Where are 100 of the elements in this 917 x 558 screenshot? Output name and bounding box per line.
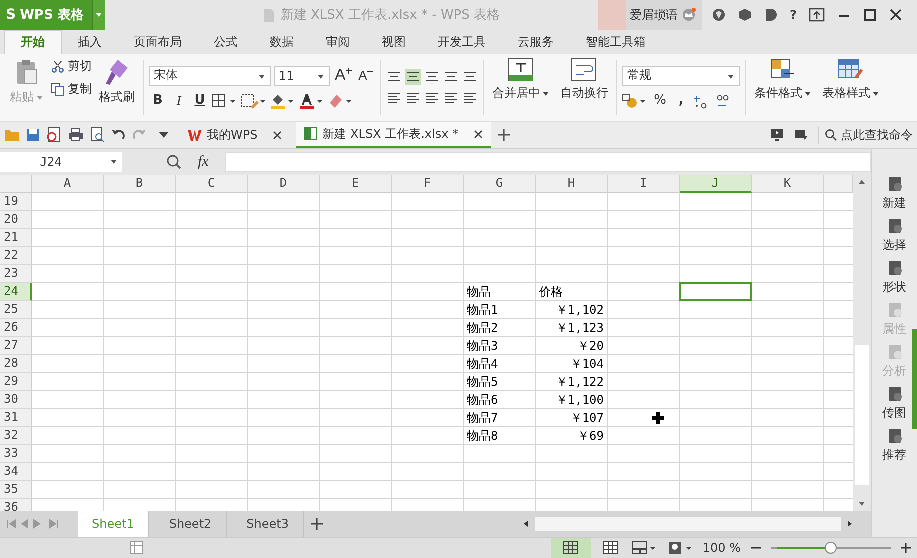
font-dropdown[interactable]: 宋体	[149, 66, 271, 86]
close-icon[interactable]	[889, 8, 903, 22]
italic-button[interactable]: I	[170, 92, 188, 110]
row-header[interactable]: 29	[0, 373, 32, 391]
wrap-text-button[interactable]: 自动换行	[557, 56, 612, 104]
right-arrow-icon[interactable]	[847, 520, 853, 528]
cell-pattern-icon[interactable]	[241, 92, 267, 108]
upload-window-icon[interactable]	[809, 8, 825, 22]
align-icon[interactable]	[405, 68, 422, 84]
vertical-scrollbar[interactable]	[853, 175, 871, 511]
column-header[interactable]: J	[680, 175, 752, 193]
document-tab[interactable]: 我的WPS	[180, 122, 290, 148]
left-arrow-icon[interactable]	[523, 520, 529, 528]
formula-input-field[interactable]	[224, 152, 871, 172]
cube-icon[interactable]	[738, 8, 752, 22]
maximize-icon[interactable]	[863, 8, 877, 22]
ribbon-tab[interactable]: 页面布局	[118, 30, 198, 54]
print-icon[interactable]	[68, 128, 84, 142]
help-button[interactable]: ?	[790, 8, 797, 22]
panel-toggle-tab[interactable]	[912, 329, 917, 429]
column-header[interactable]: G	[464, 175, 536, 193]
align-icon[interactable]	[424, 90, 440, 106]
export-document-icon[interactable]	[46, 127, 62, 143]
page-layout-view-icon[interactable]	[600, 540, 621, 556]
document-tab[interactable]: 新建 XLSX 工作表.xlsx *	[296, 122, 491, 148]
column-header[interactable]: D	[248, 175, 320, 193]
plus-icon[interactable]	[496, 128, 511, 142]
copy-button[interactable]: 复制	[51, 81, 92, 98]
ribbon-tab[interactable]: 开发工具	[422, 30, 502, 54]
scrollbar-thumb[interactable]	[855, 345, 869, 485]
side-panel-button[interactable]: 选择	[882, 217, 906, 254]
close-icon[interactable]	[474, 130, 483, 138]
add-sheet-icon[interactable]	[310, 517, 324, 531]
row-header[interactable]: 20	[0, 211, 32, 229]
cut-button[interactable]: 剪切	[51, 58, 92, 75]
align-icon[interactable]	[386, 90, 402, 106]
print-preview-icon[interactable]	[90, 127, 106, 143]
row-header[interactable]: 24	[0, 283, 32, 301]
ribbon-tab[interactable]: 智能工具箱	[570, 30, 662, 54]
row-header[interactable]: 28	[0, 355, 32, 373]
active-cell-border[interactable]	[679, 282, 752, 301]
undo-icon[interactable]	[112, 128, 126, 142]
column-header[interactable]: E	[320, 175, 392, 193]
function-button[interactable]: fx	[198, 154, 209, 170]
merge-center-button[interactable]: 合并居中	[489, 56, 554, 104]
borders-icon[interactable]	[212, 92, 238, 108]
fill-color-icon[interactable]	[270, 92, 296, 108]
caret-icon[interactable]	[158, 131, 170, 139]
row-header[interactable]: 30	[0, 391, 32, 409]
decrease-font-button[interactable]: A	[356, 68, 376, 83]
currency-icon[interactable]	[622, 92, 648, 108]
column-header[interactable]: B	[104, 175, 176, 193]
magnifier-icon[interactable]	[166, 154, 182, 170]
ribbon-tab[interactable]: 视图	[366, 30, 422, 54]
font-size-dropdown[interactable]: 11	[274, 66, 330, 86]
d-shape-icon[interactable]	[764, 8, 778, 22]
column-header[interactable]: K	[752, 175, 824, 193]
font-color-icon[interactable]	[299, 92, 325, 108]
close-icon[interactable]	[272, 130, 282, 140]
bold-button[interactable]: B	[149, 92, 167, 110]
zoom-slider-thumb[interactable]	[825, 542, 837, 554]
column-header[interactable]: H	[536, 175, 608, 193]
sheet-tab[interactable]: Sheet1	[78, 511, 150, 537]
ribbon-tab[interactable]: 云服务	[502, 30, 570, 54]
caret-icon[interactable]	[92, 0, 105, 30]
side-panel-button[interactable]: 形状	[882, 259, 906, 296]
lightbulb-icon[interactable]	[666, 540, 693, 556]
freeze-panes-icon[interactable]	[630, 540, 657, 556]
command-search-field[interactable]: 点此查找命令	[818, 126, 913, 144]
conditional-format-button[interactable]: 条件格式	[751, 56, 816, 104]
align-icon[interactable]	[462, 90, 478, 106]
column-header[interactable]: A	[32, 175, 104, 193]
row-header[interactable]: 23	[0, 265, 32, 283]
app-menu-button[interactable]: S WPS 表格	[0, 0, 92, 30]
ribbon-tab[interactable]: 公式	[198, 30, 254, 54]
format-painter-button[interactable]: 格式刷	[96, 56, 138, 108]
percent-button[interactable]: %	[651, 92, 670, 110]
name-box[interactable]: J24	[0, 152, 122, 172]
ribbon-tab[interactable]: 审阅	[310, 30, 366, 54]
monitor-play-icon[interactable]	[770, 128, 784, 142]
row-header[interactable]: 36	[0, 499, 32, 511]
row-header[interactable]: 32	[0, 427, 32, 445]
sheet-list-icon[interactable]	[130, 541, 146, 555]
ribbon-tab[interactable]: 插入	[62, 30, 118, 54]
column-header[interactable]: C	[176, 175, 248, 193]
row-header[interactable]: 26	[0, 319, 32, 337]
row-header[interactable]: 27	[0, 337, 32, 355]
align-icon[interactable]	[443, 90, 460, 106]
row-header[interactable]: 34	[0, 463, 32, 481]
row-header[interactable]: 19	[0, 193, 32, 211]
row-header[interactable]: 22	[0, 247, 32, 265]
number-format-dropdown[interactable]: 常规	[622, 66, 740, 86]
tray-download-icon[interactable]	[794, 128, 808, 142]
down-arrow-icon[interactable]	[858, 501, 866, 507]
row-header[interactable]: 21	[0, 229, 32, 247]
ribbon-tab[interactable]: 数据	[254, 30, 310, 54]
align-icon[interactable]	[405, 90, 422, 106]
side-panel-button[interactable]: 推荐	[882, 427, 906, 464]
comma-style-button[interactable]: ,	[672, 92, 690, 110]
ribbon-tab[interactable]: 开始	[4, 30, 62, 54]
